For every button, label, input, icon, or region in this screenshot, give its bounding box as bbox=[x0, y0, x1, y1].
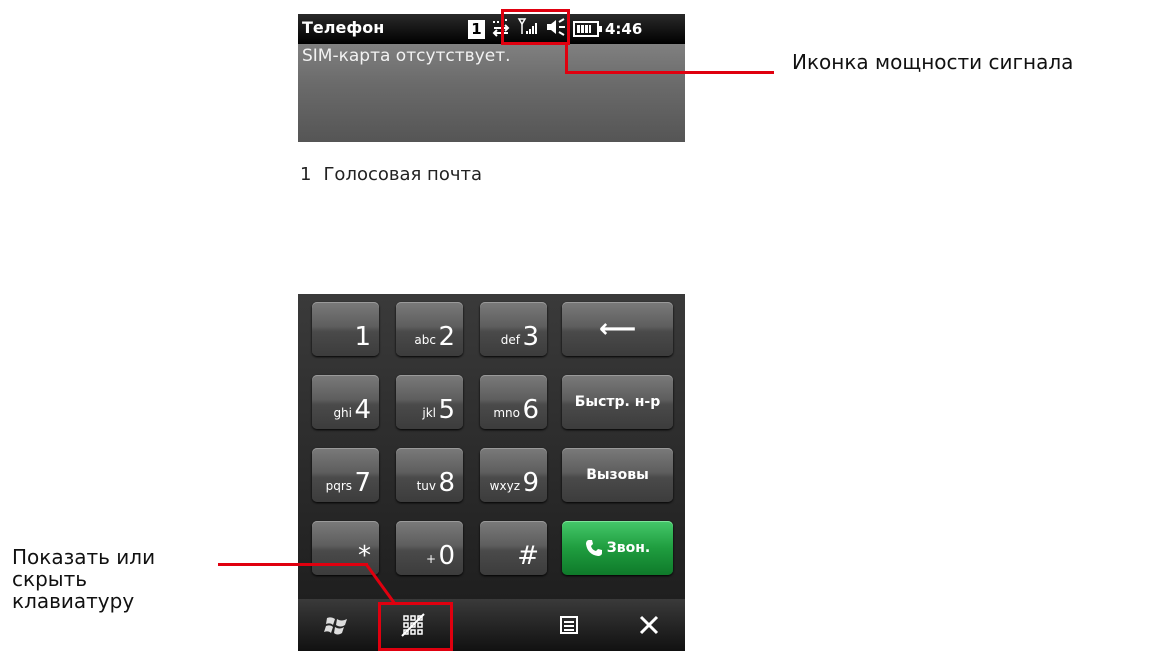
keyboard-toggle-caption: Показать или скрыть клавиатуру bbox=[12, 546, 155, 612]
callout-diagonal bbox=[364, 563, 397, 605]
caption-line: Показать или bbox=[12, 545, 156, 569]
caption-line: клавиатуру bbox=[12, 589, 135, 613]
caption-line: скрыть bbox=[12, 567, 87, 591]
